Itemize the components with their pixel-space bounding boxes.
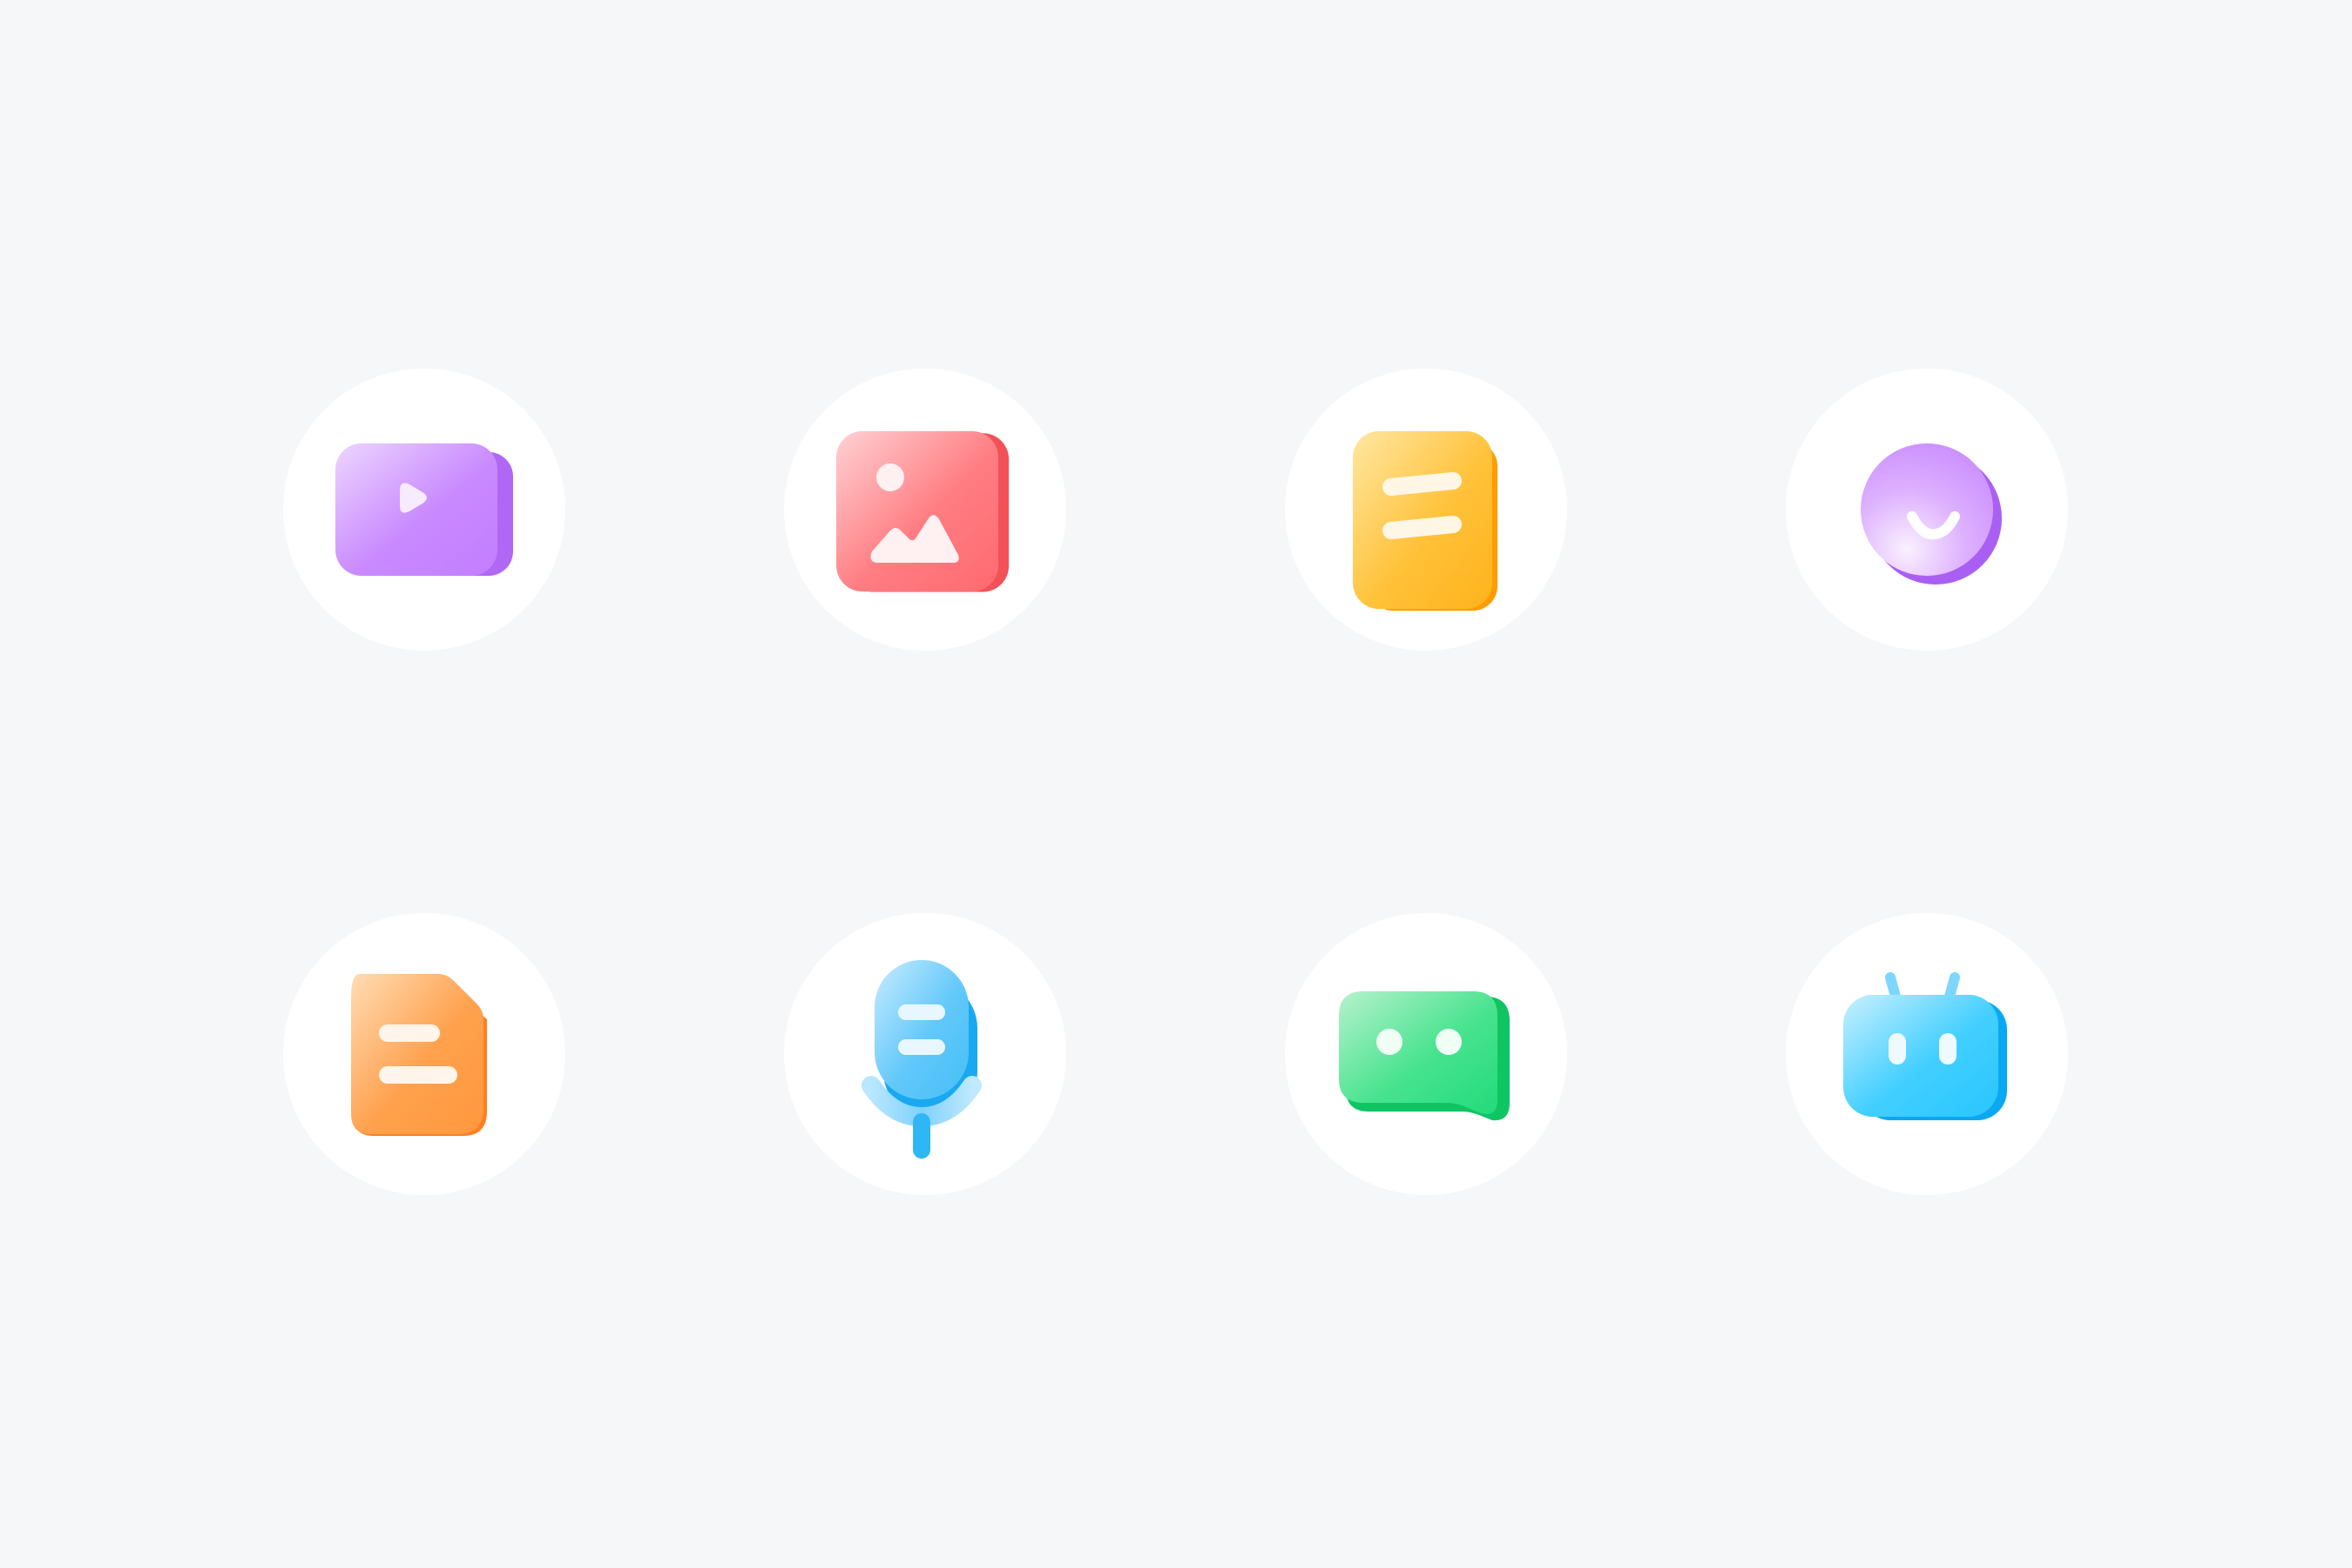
video-icon-tile[interactable] <box>283 368 565 651</box>
microphone-icon <box>862 960 982 1159</box>
robot-icon <box>1843 972 2007 1120</box>
notes-icon-tile[interactable] <box>1285 368 1567 651</box>
document-icon <box>351 974 487 1136</box>
chat-bubble-icon <box>1339 991 1510 1121</box>
chat-icon-tile[interactable] <box>1285 913 1567 1195</box>
video-play-icon <box>335 443 513 576</box>
smile-face-icon <box>1861 443 2002 585</box>
icon-grid <box>0 0 2352 1568</box>
notes-icon <box>1353 431 1497 611</box>
microphone-icon-tile[interactable] <box>784 913 1066 1195</box>
document-icon-tile[interactable] <box>283 913 565 1195</box>
image-icon-tile[interactable] <box>784 368 1066 651</box>
emoji-icon-tile[interactable] <box>1786 368 2068 651</box>
robot-icon-tile[interactable] <box>1786 913 2068 1195</box>
image-gallery-icon <box>836 431 1009 592</box>
